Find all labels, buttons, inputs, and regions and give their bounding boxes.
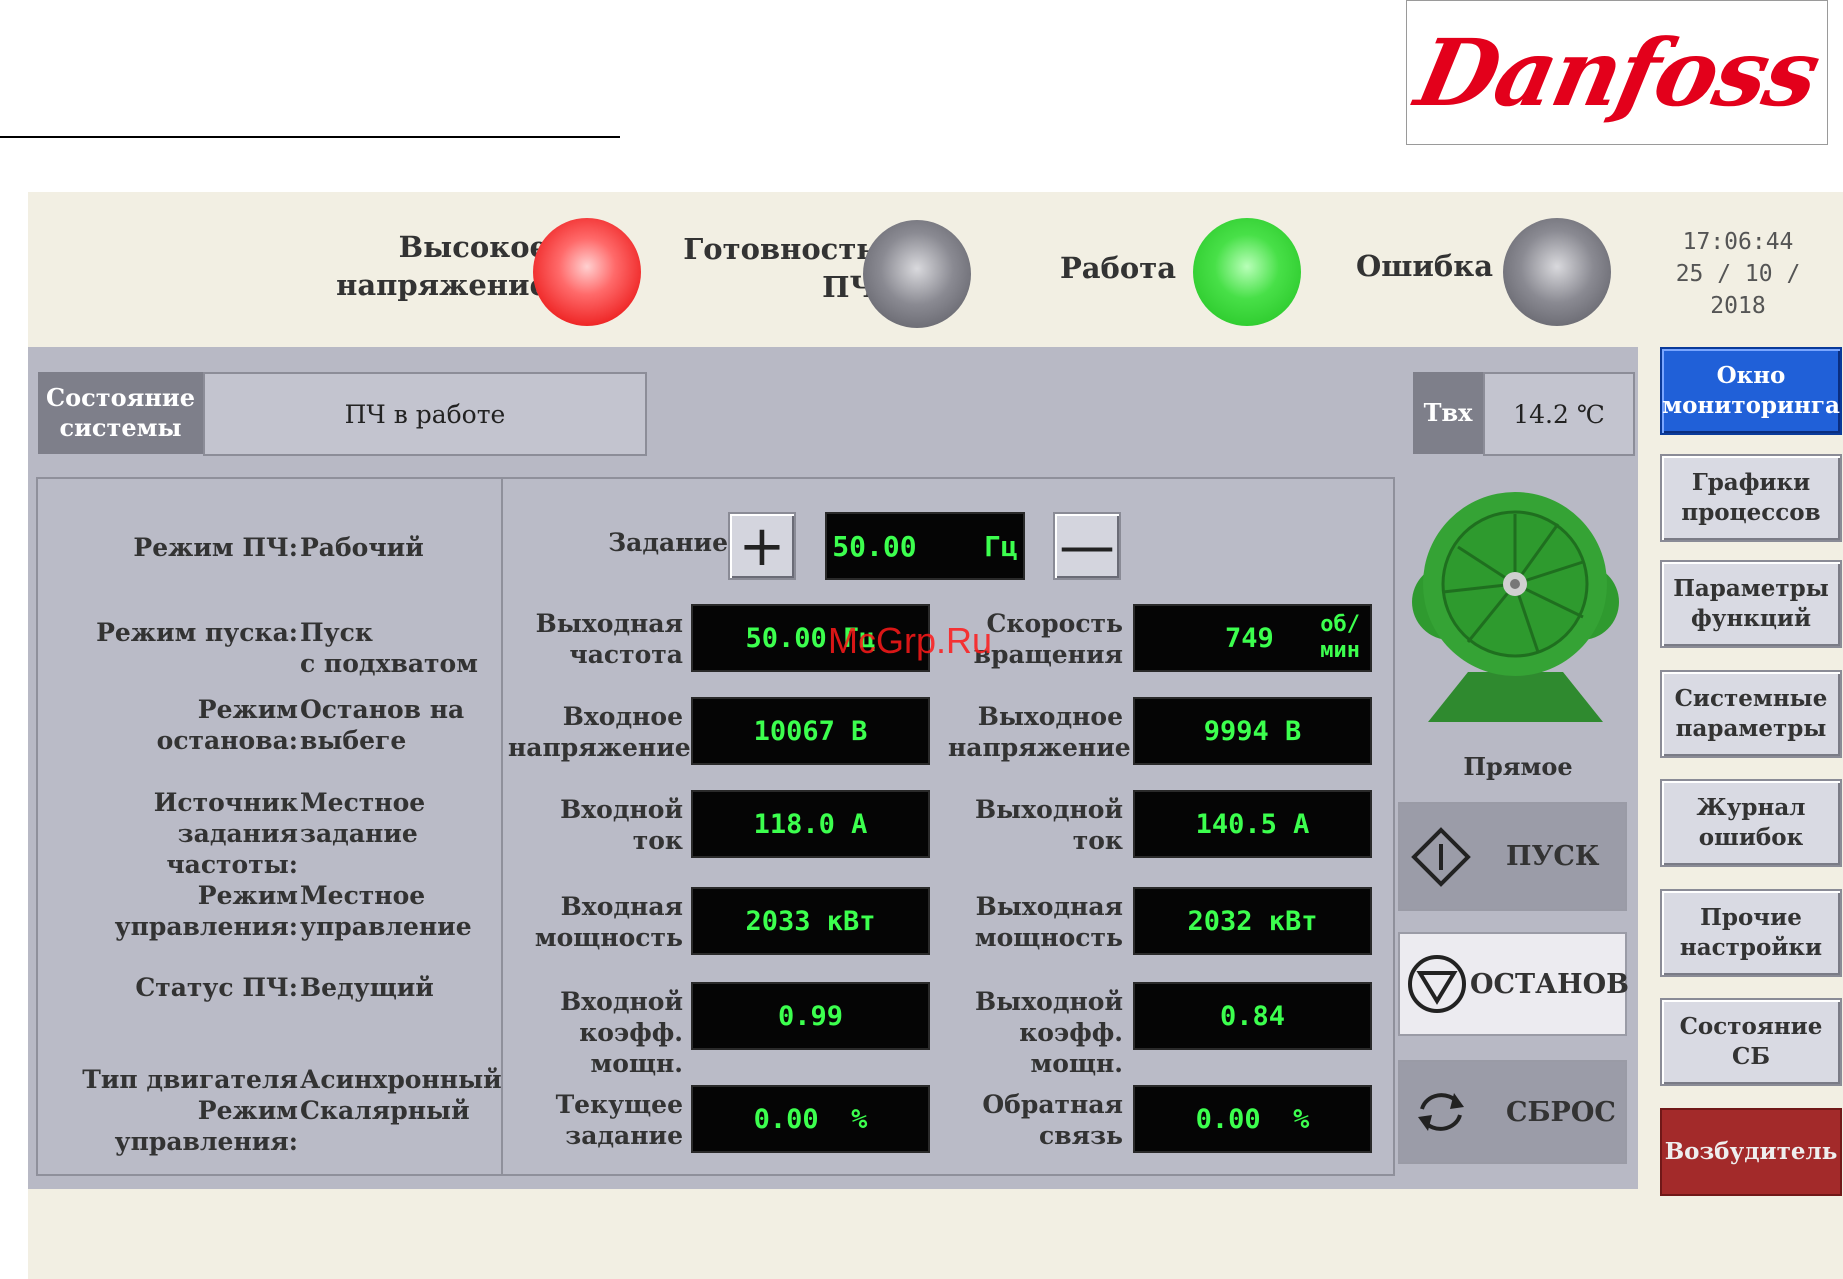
- measurement-value: 118.0 А: [753, 808, 868, 840]
- reset-icon: [1410, 1081, 1472, 1143]
- nav-button[interactable]: Возбудитель: [1660, 1108, 1842, 1196]
- measurement-unit: об/мин: [1320, 612, 1360, 663]
- measurement-display: 2033 кВт: [691, 887, 930, 955]
- nav-button[interactable]: Прочие настройки: [1660, 889, 1842, 977]
- info-value: Рабочий: [300, 533, 424, 562]
- ready-lamp: [863, 220, 971, 328]
- measurement-label: Выходная мощность: [974, 892, 1123, 952]
- info-label: Источник задания частоты:: [153, 788, 298, 879]
- motor-icon: [1398, 492, 1633, 722]
- setpoint-value: 50.00: [832, 529, 917, 563]
- nav-button[interactable]: Окно мониторинга: [1660, 347, 1842, 435]
- danfoss-logo: Danfoss: [1406, 0, 1828, 145]
- stop-button[interactable]: ОСТАНОВ: [1398, 932, 1629, 1036]
- logo-wordmark: Danfoss: [1407, 18, 1827, 127]
- measurement-value: 9994 В: [1203, 715, 1302, 747]
- measurement-value: 0.00 %: [753, 1103, 868, 1135]
- start-label: ПУСК: [1506, 841, 1600, 872]
- stop-icon: [1406, 953, 1468, 1015]
- setpoint-display: 50.00 Гц: [825, 512, 1025, 580]
- error-lamp: [1503, 218, 1611, 326]
- info-value: Местное управление: [300, 881, 472, 941]
- watermark: McGrp.Ru: [828, 620, 993, 661]
- clock-time: 17:06:44: [1682, 229, 1794, 255]
- measurement-value: 749: [1225, 622, 1274, 654]
- info-value: Асинхронный Скалярный: [300, 1065, 502, 1125]
- system-state-label: Состояние системы: [38, 372, 203, 454]
- nav-button[interactable]: Журнал ошибок: [1660, 779, 1842, 867]
- start-icon: [1410, 826, 1472, 888]
- info-label: Режим пуска:: [96, 618, 298, 647]
- measurement-label: Выходной коэфф. мощн.: [975, 987, 1123, 1078]
- inlet-temp-value: 14.2 ℃: [1483, 372, 1635, 456]
- info-value: Ведущий: [300, 973, 434, 1002]
- measurement-label: Входная мощность: [534, 892, 683, 952]
- measurement-display: 10067 В: [691, 697, 930, 765]
- measurement-label: Входное напряжение: [508, 702, 691, 762]
- inlet-temp-label: Твх: [1413, 372, 1483, 454]
- info-label: Режим управления:: [114, 881, 298, 941]
- measurement-display: 0.00 %: [691, 1085, 930, 1153]
- setpoint-decrease-button[interactable]: —: [1053, 512, 1121, 580]
- clock-date: 25 / 10 / 2018: [1675, 261, 1801, 319]
- setpoint-increase-button[interactable]: +: [728, 512, 796, 580]
- info-label: Тип двигателя Режим управления:: [82, 1065, 298, 1156]
- measurement-display: 0.84: [1133, 982, 1372, 1050]
- measurement-value: 10067 В: [753, 715, 868, 747]
- info-label: Режим останова:: [156, 695, 298, 755]
- motor-direction: Прямое: [1463, 752, 1573, 781]
- setpoint-label: Задание: [608, 528, 728, 557]
- clock: 17:06:44 25 / 10 / 2018: [1648, 226, 1828, 322]
- info-value: Останов на выбеге: [300, 695, 465, 755]
- measurement-value: 0.99: [777, 1000, 844, 1032]
- measurement-label: Текущее задание: [555, 1090, 683, 1150]
- info-value: Пуск с подхватом: [300, 618, 478, 678]
- measurement-label: Выходной ток: [975, 795, 1123, 855]
- measurement-display: 9994 В: [1133, 697, 1372, 765]
- indicator-label-ready: Готовность ПЧ: [683, 232, 876, 304]
- stop-label: ОСТАНОВ: [1470, 968, 1629, 1000]
- reset-label: СБРОС: [1506, 1096, 1616, 1128]
- measurement-value: 140.5 А: [1195, 808, 1310, 840]
- nav-button[interactable]: Параметры функций: [1660, 560, 1842, 648]
- measurement-label: Выходная частота: [535, 609, 683, 669]
- info-value: Местное задание: [300, 788, 426, 848]
- measurement-display: 2032 кВт: [1133, 887, 1372, 955]
- indicator-label-high-voltage: Высокое напряжение: [336, 230, 548, 302]
- header-rule: [0, 136, 620, 138]
- info-label: Режим ПЧ:: [133, 533, 298, 562]
- system-state-value: ПЧ в работе: [203, 372, 647, 456]
- nav-button[interactable]: Состояние СБ: [1660, 998, 1842, 1086]
- nav-button[interactable]: Графики процессов: [1660, 454, 1842, 542]
- measurement-display: 140.5 А: [1133, 790, 1372, 858]
- measurement-value: 2033 кВт: [745, 905, 876, 937]
- measurement-value: 0.00 %: [1195, 1103, 1310, 1135]
- hmi-screen: Высокое напряжение Готовность ПЧ Работа Ош…: [28, 192, 1843, 1279]
- indicator-label-error: Ошибка: [1355, 249, 1493, 283]
- measurement-label: Входной коэфф. мощн.: [560, 987, 683, 1078]
- running-lamp: [1193, 218, 1301, 326]
- measurement-label: Выходное напряжение: [948, 702, 1131, 762]
- measurement-display: 0.00 %: [1133, 1085, 1372, 1153]
- measurement-value: 2032 кВт: [1187, 905, 1318, 937]
- nav-button[interactable]: Системные параметры: [1660, 670, 1842, 758]
- start-button[interactable]: ПУСК: [1398, 802, 1627, 911]
- measurement-value: 0.84: [1219, 1000, 1286, 1032]
- reset-button[interactable]: СБРОС: [1398, 1060, 1627, 1164]
- measurement-label: Входной ток: [560, 795, 683, 855]
- measurement-label: Обратная связь: [982, 1090, 1123, 1150]
- indicator-label-running: Работа: [1059, 251, 1176, 285]
- measurement-display: 0.99: [691, 982, 930, 1050]
- measurement-display: 749 об/мин: [1133, 604, 1372, 672]
- info-label: Статус ПЧ:: [135, 973, 298, 1002]
- setpoint-unit: Гц: [984, 529, 1018, 563]
- measurement-display: 118.0 А: [691, 790, 930, 858]
